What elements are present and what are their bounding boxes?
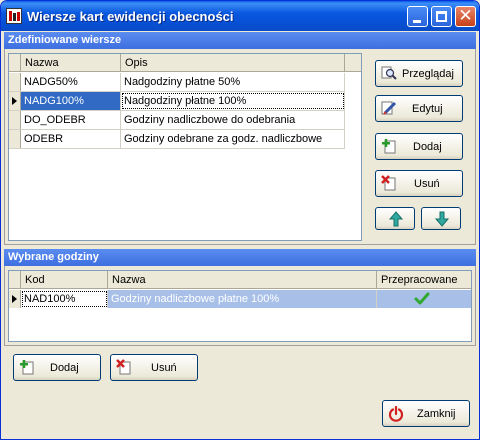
edit-label: Edytuj bbox=[412, 103, 443, 115]
app-icon bbox=[6, 8, 22, 24]
cell-nazwa[interactable]: NADG100% bbox=[21, 92, 121, 110]
column-header-opis[interactable]: Opis bbox=[121, 54, 345, 72]
column-header-kod[interactable]: Kod bbox=[21, 271, 108, 289]
cell-opis[interactable]: Nadgodziny płatne 50% bbox=[121, 73, 345, 91]
grid-header: Kod Nazwa Przepracowane bbox=[9, 271, 471, 289]
grid-header: Nazwa Opis bbox=[9, 54, 361, 72]
close-button[interactable]: ✕ bbox=[455, 6, 476, 27]
cell-opis[interactable]: Godziny odebrane za godz. nadliczbowe bbox=[121, 130, 345, 148]
delete-icon bbox=[116, 359, 131, 375]
close-dialog-button[interactable]: Zamknij bbox=[382, 400, 470, 427]
edit-button[interactable]: Edytuj bbox=[375, 95, 463, 122]
row-indicator bbox=[9, 92, 21, 110]
close-icon: ✕ bbox=[458, 6, 473, 26]
delete-hours-button[interactable]: Usuń bbox=[110, 354, 198, 381]
column-header-nazwa[interactable]: Nazwa bbox=[21, 54, 121, 72]
cell-kod[interactable]: NAD100% bbox=[21, 290, 108, 308]
close-dialog-label: Zamknij bbox=[417, 408, 456, 420]
browse-button[interactable]: Przeglądaj bbox=[375, 60, 463, 87]
minimize-icon bbox=[413, 20, 421, 23]
add-icon bbox=[20, 360, 34, 375]
magnifier-icon bbox=[381, 66, 397, 80]
selected-hours-panel: Kod Nazwa Przepracowane NAD100% Godziny … bbox=[4, 266, 476, 346]
selected-hours-header: Wybrane godziny bbox=[4, 249, 476, 266]
cell-nazwa[interactable]: Godziny nadliczbowe płatne 100% bbox=[108, 290, 377, 308]
defined-rows-header: Zdefiniowane wiersze bbox=[4, 32, 476, 49]
defined-rows-grid[interactable]: Nazwa Opis NADG50% Nadgodziny płatne 50%… bbox=[8, 53, 362, 241]
current-row-arrow-icon bbox=[12, 295, 17, 303]
title-bar[interactable]: Wiersze kart ewidencji obecności ✕ bbox=[1, 1, 479, 31]
row-indicator bbox=[9, 290, 21, 308]
cell-opis[interactable]: Nadgodziny płatne 100% bbox=[121, 92, 345, 110]
cell-opis[interactable]: Godziny nadliczbowe do odebrania bbox=[121, 111, 345, 129]
move-up-button[interactable] bbox=[375, 207, 415, 230]
checkmark-icon bbox=[414, 292, 430, 305]
maximize-button[interactable] bbox=[431, 6, 452, 27]
add-label: Dodaj bbox=[413, 141, 442, 153]
table-row[interactable]: ODEBR Godziny odebrane za godz. nadliczb… bbox=[9, 130, 345, 149]
defined-rows-panel: Nazwa Opis NADG50% Nadgodziny płatne 50%… bbox=[4, 49, 476, 245]
arrow-up-icon bbox=[388, 211, 404, 227]
column-header-nazwa[interactable]: Nazwa bbox=[108, 271, 377, 289]
dialog-window: Wiersze kart ewidencji obecności ✕ Zdefi… bbox=[0, 0, 480, 440]
column-header-przepracowane[interactable]: Przepracowane bbox=[377, 271, 471, 289]
table-row-selected[interactable]: NADG100% Nadgodziny płatne 100% bbox=[9, 92, 345, 111]
add-hours-label: Dodaj bbox=[50, 362, 79, 374]
browse-label: Przeglądaj bbox=[402, 68, 454, 80]
cell-przepracowane[interactable] bbox=[377, 290, 471, 308]
arrow-down-icon bbox=[434, 211, 450, 227]
cell-nazwa[interactable]: NADG50% bbox=[21, 73, 121, 91]
cell-nazwa[interactable]: ODEBR bbox=[21, 130, 121, 148]
delete-hours-label: Usuń bbox=[151, 362, 177, 374]
add-button[interactable]: Dodaj bbox=[375, 133, 463, 160]
delete-button[interactable]: Usuń bbox=[375, 170, 463, 197]
add-icon bbox=[382, 139, 396, 154]
selected-hours-grid[interactable]: Kod Nazwa Przepracowane NAD100% Godziny … bbox=[8, 270, 472, 342]
edit-icon bbox=[381, 101, 397, 115]
current-row-arrow-icon bbox=[12, 97, 17, 105]
move-down-button[interactable] bbox=[421, 207, 461, 230]
minimize-button[interactable] bbox=[407, 6, 428, 27]
delete-icon bbox=[381, 175, 396, 191]
window-title: Wiersze kart ewidencji obecności bbox=[27, 9, 234, 24]
maximize-icon bbox=[436, 11, 447, 22]
add-hours-button[interactable]: Dodaj bbox=[13, 354, 101, 381]
table-row[interactable]: NADG50% Nadgodziny płatne 50% bbox=[9, 73, 345, 92]
cell-nazwa[interactable]: DO_ODEBR bbox=[21, 111, 121, 129]
power-icon bbox=[388, 406, 404, 422]
table-row[interactable]: DO_ODEBR Godziny nadliczbowe do odebrani… bbox=[9, 111, 345, 130]
delete-label: Usuń bbox=[414, 178, 440, 190]
table-row-selected[interactable]: NAD100% Godziny nadliczbowe płatne 100% bbox=[9, 290, 471, 309]
